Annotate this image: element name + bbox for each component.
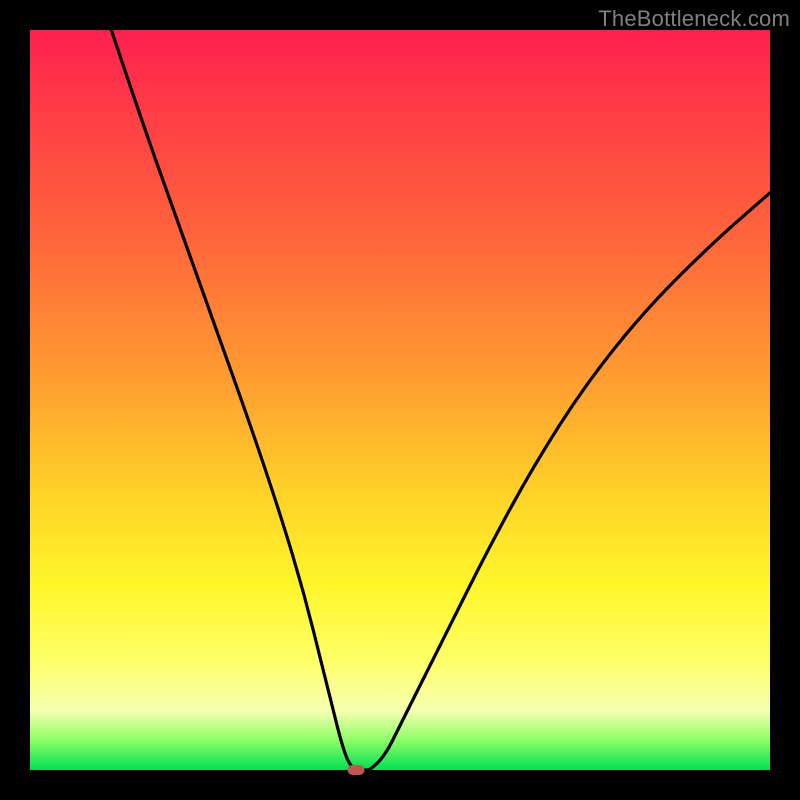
bottleneck-curve	[30, 30, 770, 770]
min-marker	[347, 765, 364, 775]
watermark-text: TheBottleneck.com	[598, 6, 790, 32]
plot-area	[30, 30, 770, 770]
chart-frame: TheBottleneck.com	[0, 0, 800, 800]
